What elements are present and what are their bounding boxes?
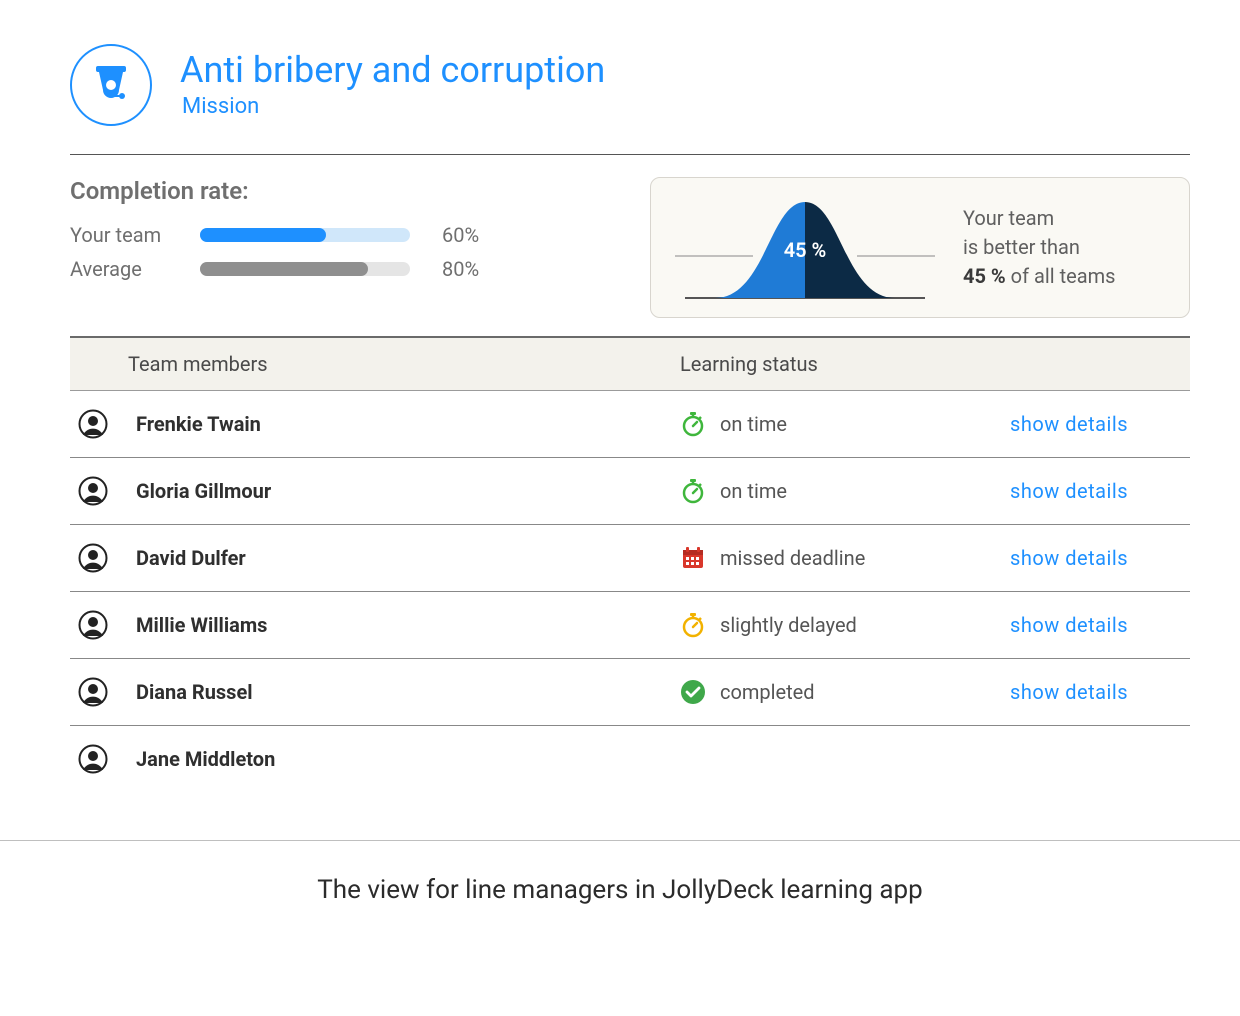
dist-line2: is better than: [963, 235, 1080, 259]
table-row: Millie Williams slightly delayed show deta…: [70, 592, 1190, 659]
mission-icon: [70, 44, 152, 126]
completion-percent: 60%: [442, 223, 479, 247]
status-cell: completed: [680, 679, 1010, 705]
show-details-link[interactable]: show details: [1010, 479, 1128, 503]
member-name: David Dulfer: [136, 546, 246, 570]
member-name: Gloria Gillmour: [136, 479, 271, 503]
status-cell: on time: [680, 411, 1010, 437]
distribution-box: 45 % Your team is better than 45 % of al…: [650, 177, 1190, 318]
completion-block: Completion rate: Your team 60% Average 80%: [70, 177, 590, 318]
completion-title: Completion rate:: [70, 177, 590, 205]
check-circle-icon: [680, 679, 706, 705]
avatar-icon: [78, 744, 108, 774]
figure-caption: The view for line managers in JollyDeck …: [0, 840, 1240, 953]
bell-curve: 45 %: [675, 190, 935, 305]
table-row: Jane Middleton: [70, 726, 1190, 792]
stopwatch-icon: [680, 411, 706, 437]
stopwatch-icon: [680, 612, 706, 638]
col-header-status: Learning status: [680, 352, 1010, 376]
member-name: Millie Williams: [136, 613, 267, 637]
completion-row: Your team 60%: [70, 223, 590, 247]
progress-track: [200, 228, 410, 242]
show-details-link[interactable]: show details: [1010, 546, 1128, 570]
table-row: Frenkie Twain on time show details: [70, 391, 1190, 458]
status-text: completed: [720, 680, 815, 704]
avatar-icon: [78, 543, 108, 573]
distribution-text: Your team is better than 45 % of all tea…: [963, 204, 1115, 291]
col-header-members: Team members: [70, 352, 680, 376]
mission-header: Anti bribery and corruption Mission: [70, 44, 1190, 154]
avatar-icon: [78, 677, 108, 707]
member-name: Jane Middleton: [136, 747, 275, 771]
status-text: on time: [720, 412, 787, 436]
completion-label: Average: [70, 257, 200, 281]
table-row: Diana Russel completed show details: [70, 659, 1190, 726]
status-text: missed deadline: [720, 546, 865, 570]
mission-subtitle: Mission: [182, 94, 605, 119]
show-details-link[interactable]: show details: [1010, 412, 1128, 436]
avatar-icon: [78, 409, 108, 439]
progress-track: [200, 262, 410, 276]
status-cell: on time: [680, 478, 1010, 504]
avatar-icon: [78, 476, 108, 506]
dist-strong: 45 %: [963, 264, 1006, 288]
progress-fill: [200, 262, 368, 276]
dist-tail: of all teams: [1006, 264, 1116, 288]
table-header: Team members Learning status: [70, 336, 1190, 391]
member-name: Frenkie Twain: [136, 412, 261, 436]
table-body: Frenkie Twainon timeshow detailsGloria G…: [70, 391, 1190, 792]
show-details-link[interactable]: show details: [1010, 680, 1128, 704]
mission-title: Anti bribery and corruption: [180, 51, 605, 91]
completion-row: Average 80%: [70, 257, 590, 281]
status-cell: slightly delayed: [680, 612, 1010, 638]
status-cell: missed deadline: [680, 545, 1010, 571]
stopwatch-icon: [680, 478, 706, 504]
dist-line1: Your team: [963, 206, 1054, 230]
calendar-icon: [680, 545, 706, 571]
table-row: Gloria Gillmour on time show details: [70, 458, 1190, 525]
progress-fill: [200, 228, 326, 242]
show-details-link[interactable]: show details: [1010, 613, 1128, 637]
status-text: slightly delayed: [720, 613, 857, 637]
avatar-icon: [78, 610, 108, 640]
completion-label: Your team: [70, 223, 200, 247]
status-text: on time: [720, 479, 787, 503]
completion-percent: 80%: [442, 257, 479, 281]
member-name: Diana Russel: [136, 680, 253, 704]
bell-percent: 45 %: [784, 238, 827, 262]
table-row: David Dulfer missed deadline show details: [70, 525, 1190, 592]
